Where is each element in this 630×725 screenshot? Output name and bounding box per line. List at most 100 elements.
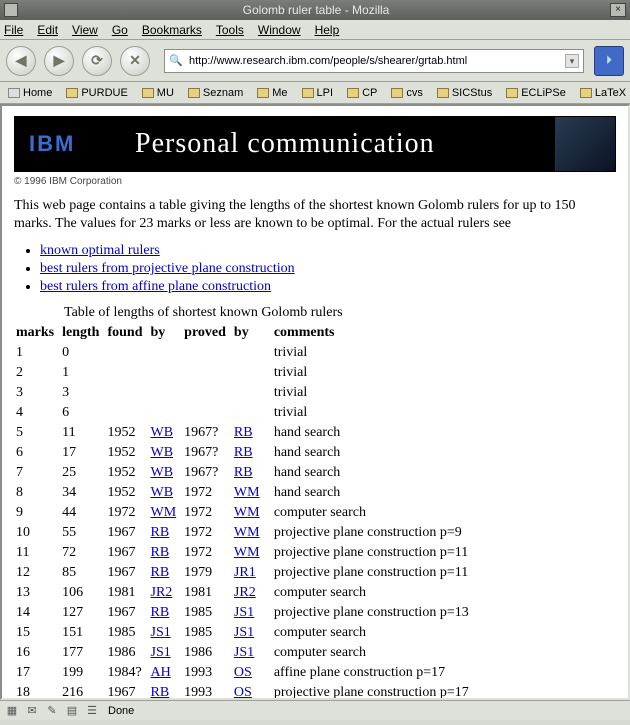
url-history-dropdown[interactable]: ▾ <box>565 54 579 68</box>
forward-button[interactable]: ▶ <box>44 46 74 76</box>
reference-link[interactable]: WB <box>151 425 174 440</box>
table-cell: WB <box>149 463 183 483</box>
banner-headline: Personal communication <box>135 128 555 160</box>
addressbook-icon[interactable]: ▤ <box>64 704 80 718</box>
reference-link[interactable]: RB <box>151 565 170 580</box>
reference-link[interactable]: RB <box>151 525 170 540</box>
reference-link[interactable]: JR2 <box>234 585 256 600</box>
reference-link[interactable]: JS1 <box>234 645 254 660</box>
table-cell: computer search <box>272 643 475 663</box>
table-cell: hand search <box>272 423 475 443</box>
bookmark-label: PURDUE <box>81 87 127 99</box>
reference-link[interactable]: WM <box>151 505 177 520</box>
table-cell: JS1 <box>149 623 183 643</box>
table-cell: hand search <box>272 443 475 463</box>
menu-view[interactable]: View <box>72 23 98 37</box>
bookmark-lpi[interactable]: LPI <box>298 86 338 100</box>
reference-link[interactable]: WB <box>151 465 174 480</box>
table-cell: RB <box>149 523 183 543</box>
table-cell: 0 <box>60 343 105 363</box>
system-menu-icon[interactable] <box>4 3 18 17</box>
reference-link[interactable]: JS1 <box>234 605 254 620</box>
composer-icon[interactable]: ✎ <box>44 704 60 718</box>
bookmark-purdue[interactable]: PURDUE <box>62 86 131 100</box>
table-cell: trivial <box>272 403 475 423</box>
window-title: Golomb ruler table - Mozilla <box>24 3 608 17</box>
menu-go[interactable]: Go <box>112 23 128 37</box>
bookmark-seznam[interactable]: Seznam <box>184 86 247 100</box>
reference-link[interactable]: JR1 <box>234 565 256 580</box>
reference-link[interactable]: RB <box>151 605 170 620</box>
table-cell: WB <box>149 483 183 503</box>
table-cell: 1967 <box>105 683 148 700</box>
reference-link[interactable]: WB <box>151 445 174 460</box>
menu-help[interactable]: Help <box>315 23 340 37</box>
menu-file[interactable]: File <box>4 23 23 37</box>
menu-window[interactable]: Window <box>258 23 301 37</box>
back-button[interactable]: ◀ <box>6 46 36 76</box>
mail-icon[interactable]: ✉ <box>24 704 40 718</box>
reference-link[interactable]: RB <box>234 425 253 440</box>
bookmark-sicstus[interactable]: SICStus <box>433 86 496 100</box>
link-known-optimal[interactable]: known optimal rulers <box>40 243 160 258</box>
col-found: found <box>105 323 148 343</box>
bookmark-label: SICStus <box>452 87 492 99</box>
bookmark-cvs[interactable]: cvs <box>387 86 427 100</box>
table-cell: 1985 <box>182 603 232 623</box>
reference-link[interactable]: JR2 <box>151 585 173 600</box>
reference-link[interactable]: OS <box>234 665 252 680</box>
reference-link[interactable]: RB <box>151 685 170 700</box>
reference-link[interactable]: JS1 <box>151 625 171 640</box>
col-foundby: by <box>149 323 183 343</box>
navigator-icon[interactable]: ▦ <box>4 704 20 718</box>
status-bar: ▦ ✉ ✎ ▤ ☰ Done <box>0 700 630 720</box>
menu-bookmarks[interactable]: Bookmarks <box>142 23 202 37</box>
ibm-logo: IBM <box>15 131 135 157</box>
reference-link[interactable]: RB <box>234 445 253 460</box>
reload-button[interactable]: ⟳ <box>82 46 112 76</box>
intro-paragraph: This web page contains a table giving th… <box>14 197 616 233</box>
stop-button[interactable]: ✕ <box>120 46 150 76</box>
url-bar[interactable]: 🔍 ▾ <box>164 49 584 73</box>
table-row: 141271967RB1985JS1projective plane const… <box>14 603 475 623</box>
bookmark-icon <box>506 88 518 98</box>
forward-arrow-icon: ▶ <box>54 52 65 69</box>
reference-link[interactable]: OS <box>234 685 252 700</box>
activity-throbber-icon[interactable]: ⏵ <box>594 46 624 76</box>
link-projective[interactable]: best rulers from projective plane constr… <box>40 261 295 276</box>
table-cell: 12 <box>14 563 60 583</box>
reference-link[interactable]: WM <box>234 485 260 500</box>
bookmark-me[interactable]: Me <box>253 86 291 100</box>
reference-link[interactable]: JS1 <box>234 625 254 640</box>
list-item: best rulers from projective plane constr… <box>40 261 616 277</box>
menu-tools[interactable]: Tools <box>216 23 244 37</box>
ibm-logo-text: IBM <box>29 131 135 157</box>
close-window-button[interactable]: × <box>610 3 626 17</box>
list-item: best rulers from affine plane constructi… <box>40 279 616 295</box>
reference-link[interactable]: AH <box>151 665 171 680</box>
reference-link[interactable]: WB <box>151 485 174 500</box>
url-input[interactable] <box>187 54 565 68</box>
bookmark-latex[interactable]: LaTeX <box>576 86 630 100</box>
bookmark-icon <box>257 88 269 98</box>
link-affine[interactable]: best rulers from affine plane constructi… <box>40 279 271 294</box>
table-cell: projective plane construction p=11 <box>272 563 475 583</box>
reference-link[interactable]: JS1 <box>151 645 171 660</box>
reference-link[interactable]: WM <box>234 505 260 520</box>
reference-link[interactable]: WM <box>234 545 260 560</box>
col-length: length <box>60 323 105 343</box>
bookmark-eclipse[interactable]: ECLiPSe <box>502 86 570 100</box>
table-cell: RB <box>149 563 183 583</box>
table-cell: 11 <box>14 543 60 563</box>
reference-link[interactable]: RB <box>151 545 170 560</box>
bookmark-cp[interactable]: CP <box>343 86 381 100</box>
table-cell: 1967 <box>105 543 148 563</box>
irc-icon[interactable]: ☰ <box>84 704 100 718</box>
bookmark-mu[interactable]: MU <box>138 86 178 100</box>
reference-link[interactable]: WM <box>234 525 260 540</box>
table-cell: 1986 <box>105 643 148 663</box>
page-content[interactable]: IBM Personal communication © 1996 IBM Co… <box>0 104 630 700</box>
reference-link[interactable]: RB <box>234 465 253 480</box>
menu-edit[interactable]: Edit <box>37 23 58 37</box>
bookmark-home[interactable]: Home <box>4 86 56 100</box>
